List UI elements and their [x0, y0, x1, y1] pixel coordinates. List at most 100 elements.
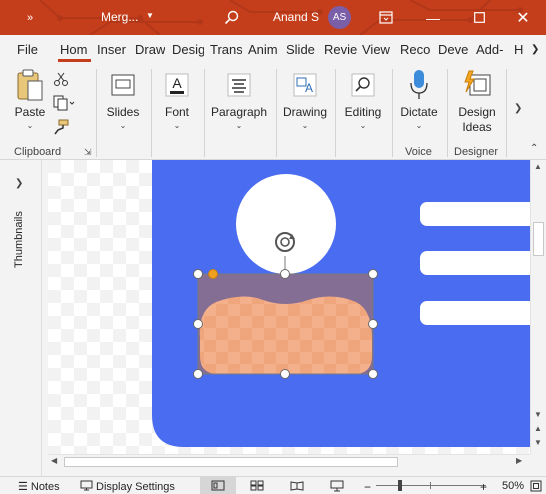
ribbon-separator: [392, 69, 393, 157]
slide-sorter-view-button[interactable]: [250, 480, 264, 491]
find-icon: [346, 69, 380, 101]
slide-sorter-icon: [250, 480, 264, 491]
avatar[interactable]: AS: [328, 6, 351, 29]
ribbon-separator: [204, 69, 205, 157]
drawing-shapes-icon: A: [288, 69, 322, 101]
tab-animations[interactable]: Anim: [248, 42, 280, 57]
display-settings-button[interactable]: Display Settings: [80, 480, 175, 494]
font-label: Font: [164, 105, 189, 119]
scroll-up-icon[interactable]: ▲: [534, 162, 542, 171]
normal-view-button[interactable]: [200, 477, 236, 494]
scroll-right-icon[interactable]: ▶: [516, 456, 522, 465]
menu-bar-3[interactable]: [420, 301, 530, 325]
tabs-scroll-right-icon[interactable]: ❯: [531, 44, 539, 55]
ribbon-display-options-icon[interactable]: [375, 0, 397, 35]
slide-show-icon: [330, 480, 344, 492]
ribbon-separator: [335, 69, 336, 157]
tab-add-ins[interactable]: Add-: [476, 42, 508, 57]
slides-button[interactable]: Slides ⌄: [103, 69, 143, 130]
horizontal-scroll-thumb[interactable]: [64, 457, 398, 467]
paste-button[interactable]: Paste ⌄: [10, 69, 50, 130]
close-icon[interactable]: ✕: [512, 0, 534, 35]
slide-canvas[interactable]: [48, 160, 530, 454]
horizontal-scrollbar[interactable]: ◀ ▶: [48, 454, 530, 469]
user-name[interactable]: Anand S: [273, 10, 319, 24]
collapse-ribbon-icon[interactable]: ⌃: [530, 143, 538, 154]
copy-icon[interactable]: [53, 95, 75, 114]
voice-group-label: Voice: [405, 146, 432, 158]
tab-home[interactable]: Hom: [60, 42, 87, 57]
menu-bar-2[interactable]: [420, 251, 530, 275]
drawing-button[interactable]: A Drawing ⌄: [282, 69, 328, 130]
microphone-icon: [402, 69, 436, 101]
maximize-icon[interactable]: [468, 0, 490, 35]
drawing-chevron-icon: ⌄: [301, 121, 309, 130]
paragraph-chevron-icon: ⌄: [235, 121, 243, 130]
previous-slide-icon[interactable]: ▲: [534, 424, 542, 433]
tab-draw[interactable]: Draw: [135, 42, 165, 57]
clipboard-launcher-icon[interactable]: ⇲: [84, 147, 92, 158]
zoom-in-button[interactable]: +: [480, 480, 487, 494]
search-icon[interactable]: [220, 0, 242, 35]
zoom-slider-thumb[interactable]: [398, 480, 402, 491]
document-menu-chevron-icon[interactable]: ▼: [146, 11, 154, 20]
tab-record[interactable]: Reco: [400, 42, 432, 57]
slide-show-button[interactable]: [330, 480, 344, 492]
scroll-left-icon[interactable]: ◀: [51, 456, 57, 465]
thumbnails-label[interactable]: Thumbnails: [13, 211, 25, 268]
document-name[interactable]: Merg...: [101, 10, 138, 24]
tab-review[interactable]: Revie: [324, 42, 358, 57]
status-bar: ☰ Notes Display Settings − + 50%: [0, 476, 546, 494]
cut-icon[interactable]: [53, 71, 69, 90]
notes-button[interactable]: ☰ Notes: [18, 480, 60, 494]
editing-label: Editing: [344, 105, 382, 119]
thumbnails-pane[interactable]: ❯ Thumbnails: [0, 160, 42, 476]
slide-svg: [48, 160, 530, 454]
design-ideas-icon: [460, 69, 494, 101]
zoom-slider-track[interactable]: [376, 485, 486, 486]
vertical-scrollbar[interactable]: ▲ ▼ ▲ ▼: [530, 160, 546, 454]
avatar-body-shape[interactable]: [199, 296, 372, 374]
design-ideas-label: Design Ideas: [458, 105, 496, 134]
adjustment-handle[interactable]: [208, 269, 218, 279]
zoom-level[interactable]: 50%: [502, 480, 524, 492]
tab-design[interactable]: Desig: [172, 42, 204, 57]
menu-bar-1[interactable]: [420, 202, 530, 226]
zoom-slider-center-mark: [430, 482, 431, 489]
more-options-icon[interactable]: »: [20, 0, 40, 35]
minimize-icon[interactable]: —: [422, 0, 444, 35]
format-painter-icon[interactable]: [53, 119, 69, 138]
designer-group-label: Designer: [454, 146, 499, 158]
dictate-button[interactable]: Dictate ⌄: [397, 69, 441, 130]
dictate-chevron-icon: ⌄: [415, 121, 423, 130]
drawing-label: Drawing: [282, 105, 327, 119]
ribbon-separator: [276, 69, 277, 157]
vertical-scroll-thumb[interactable]: [533, 222, 544, 256]
paragraph-button[interactable]: Paragraph ⌄: [210, 69, 268, 130]
fit-to-window-button[interactable]: [530, 480, 542, 492]
paste-chevron-icon: ⌄: [26, 121, 34, 130]
tab-developer[interactable]: Deve: [438, 42, 470, 57]
tab-help[interactable]: H: [514, 42, 528, 57]
scroll-down-icon[interactable]: ▼: [534, 410, 542, 419]
ribbon-scroll-right-icon[interactable]: ❯: [514, 103, 522, 114]
display-settings-label: Display Settings: [96, 481, 175, 493]
tab-slide-show[interactable]: Slide: [286, 42, 318, 57]
design-ideas-button[interactable]: Design Ideas: [452, 69, 502, 135]
next-slide-icon[interactable]: ▼: [534, 438, 542, 447]
tab-file[interactable]: File: [17, 42, 38, 57]
expand-thumbnails-icon[interactable]: ❯: [15, 178, 23, 189]
tab-insert[interactable]: Inser: [97, 42, 129, 57]
ribbon: Paste ⌄ Clipboard ⇲ Slides ⌄ A Font ⌄ Pa…: [0, 63, 546, 160]
tab-transitions[interactable]: Trans: [210, 42, 242, 57]
zoom-out-button[interactable]: −: [364, 480, 371, 494]
active-tab-indicator: [58, 59, 91, 62]
font-button[interactable]: A Font ⌄: [157, 69, 197, 130]
editing-button[interactable]: Editing ⌄: [341, 69, 385, 130]
avatar-head-circle[interactable]: [236, 174, 336, 274]
paragraph-label: Paragraph: [210, 105, 268, 119]
reading-view-button[interactable]: [290, 480, 304, 491]
dictate-label: Dictate: [400, 105, 438, 119]
tab-view[interactable]: View: [362, 42, 394, 57]
reading-view-icon: [290, 481, 304, 491]
